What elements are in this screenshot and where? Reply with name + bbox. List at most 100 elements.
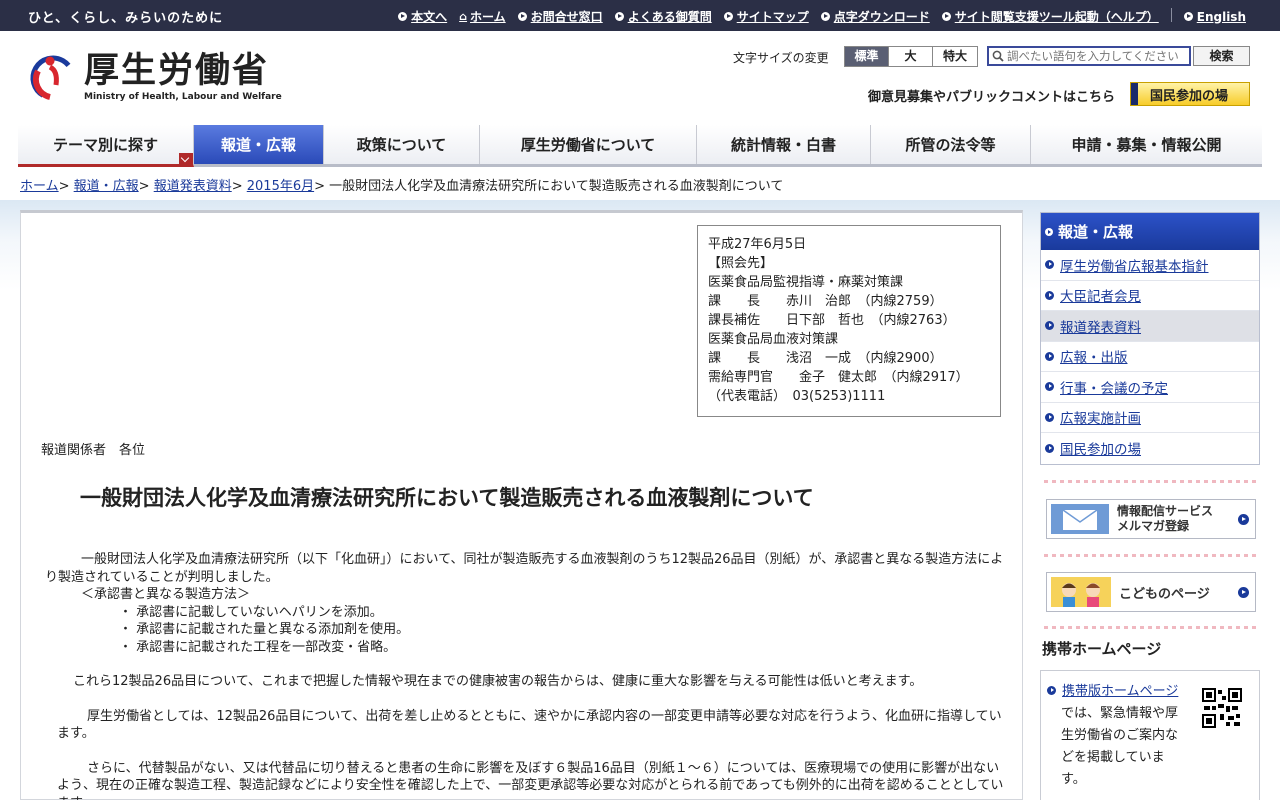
sidebar-item-pr-guidelines[interactable]: 厚生労働省広報基本指針 [1041,250,1259,281]
contact-line: 課 長 赤川 治郎 （内線2759） [708,294,943,309]
nav-statistics[interactable]: 統計情報・白書 [697,125,871,164]
paragraph: これら12製品26品目について、これまで把握した情報や現在までの健康被害の報告か… [73,674,923,689]
breadcrumb-home[interactable]: ホーム [20,179,59,194]
global-navigation: テーマ別に探す 報道・広報 政策について 厚生労働省について 統計情報・白書 所… [18,125,1262,167]
font-size-large-button[interactable]: 大 [889,47,933,66]
site-header: 厚生労働省 Ministry of Health, Labour and Wel… [0,31,1280,125]
search-input[interactable] [1007,49,1187,63]
contact-info-box: 平成27年6月5日 【照会先】 医薬食品局監視指導・麻薬対策課課 長 赤川 治郎 （… [697,225,1001,417]
divider [1170,8,1172,22]
logo-english-name: Ministry of Health, Labour and Welfare [84,92,282,102]
sidebar-item-events[interactable]: 行事・会議の予定 [1041,372,1259,403]
mail-banner-line-2: メルマガ登録 [1117,519,1190,533]
contact-heading: 【照会先】 [708,256,774,271]
arrow-circle-icon [1238,587,1249,598]
font-size-label: 文字サイズの変更 [733,51,829,65]
arrow-circle-icon [1045,290,1054,300]
mobile-site-description: では、緊急情報や厚生労働省のご案内などを掲載しています。 [1061,706,1179,787]
nav-about-ministry[interactable]: 厚生労働省について [480,125,697,164]
arrow-circle-icon [1045,321,1054,331]
arrow-circle-icon [820,12,830,21]
arrow-circle-icon [1238,514,1249,525]
paragraph: 一般財団法人化学及血清療法研究所（以下「化血研」）において、同社が製造販売する血… [45,552,1004,585]
sidebar-item-press-releases[interactable]: 報道発表資料 [1041,311,1259,342]
contact-link[interactable]: お問合せ窓口 [517,8,603,25]
list-item: ・ 承認書に記載していないヘパリンを添加。 [119,604,383,620]
utility-links: 本文へ ⌂ ホーム お問合せ窓口 よくある御質問 サイトマップ 点字ダウンロード … [386,8,1246,25]
breadcrumb-press[interactable]: 報道・広報 [74,179,139,194]
arrow-circle-icon [1045,382,1054,392]
arrow-circle-icon [398,12,408,21]
envelope-icon [1051,504,1109,534]
mail-banner-line-1: 情報配信サービス [1117,504,1214,518]
nav-laws[interactable]: 所管の法令等 [871,125,1031,164]
arrow-circle-icon [1045,227,1053,236]
arrow-circle-icon [1183,12,1193,21]
arrow-circle-icon [1045,443,1054,453]
public-participation-button[interactable]: 国民参加の場 [1130,82,1250,106]
arrow-circle-icon [614,12,624,21]
search-button[interactable]: 検索 [1193,46,1250,66]
nav-search-by-theme[interactable]: テーマ別に探す [18,125,194,167]
arrow-circle-icon [1045,351,1054,361]
ministry-logo-icon [30,55,76,101]
breadcrumb-press-releases[interactable]: 報道発表資料 [154,179,232,194]
kids-banner-label: こどものページ [1119,586,1210,602]
utility-bar: ひと、くらし、みらいのために 本文へ ⌂ ホーム お問合せ窓口 よくある御質問 サ… [0,0,1280,31]
accessibility-tool-link[interactable]: サイト閲覧支援ツール起動（ヘルプ） [941,8,1159,25]
method-subheading: ＜承認書と異なる製造方法＞ [81,587,251,602]
skip-to-content-link[interactable]: 本文へ [398,8,447,25]
mobile-site-link[interactable]: 携帯版ホームページ [1062,684,1178,699]
breadcrumb: ホーム> 報道・広報> 報道発表資料> 2015年6月> 一般財団法人化学及血清… [20,179,784,194]
sidebar-menu: 報道・広報 厚生労働省広報基本指針 大臣記者会見 報道発表資料 広報・出版 行事… [1040,212,1260,465]
site-logo[interactable]: 厚生労働省 Ministry of Health, Labour and Wel… [28,51,282,103]
list-item: ・ 承認書に記載された工程を一部改変・省略。 [119,639,397,655]
english-link[interactable]: English [1183,8,1246,25]
home-link[interactable]: ⌂ ホーム [459,8,506,25]
sitemap-link[interactable]: サイトマップ [723,8,809,25]
dotted-divider [1044,480,1256,483]
public-comment-link[interactable]: 御意見募集やパブリックコメントはこちら [868,86,1115,105]
arrow-circle-icon [723,12,733,21]
faq-link[interactable]: よくある御質問 [614,8,712,25]
contact-line: 需給専門官 金子 健太郎 （内線2917） [708,370,969,385]
contact-phone: （代表電話） 03(5253)1111 [708,389,886,404]
sidebar-item-press-conference[interactable]: 大臣記者会見 [1041,281,1259,311]
article-body: 一般財団法人化学及血清療法研究所（以下「化血研」）において、同社が製造販売する血… [45,551,1010,800]
main-content: 平成27年6月5日 【照会先】 医薬食品局監視指導・麻薬対策課課 長 赤川 治郎 （… [20,210,1023,800]
search-icon [992,50,1004,62]
sidebar-heading[interactable]: 報道・広報 [1041,213,1259,250]
sidebar-item-pr-plan[interactable]: 広報実施計画 [1041,403,1259,433]
children-icon [1051,577,1111,607]
contact-line: 課長補佐 日下部 哲也 （内線2763） [708,313,956,328]
logo-japanese-name: 厚生労働省 [84,51,270,91]
search-box [987,46,1191,66]
font-size-standard-button[interactable]: 標準 [845,47,889,66]
dotted-divider [1044,626,1256,629]
nav-applications[interactable]: 申請・募集・情報公開 [1031,125,1262,164]
mobile-site-box: 携帯版ホームページでは、緊急情報や厚生労働省のご案内などを掲載しています。 [1040,670,1260,800]
mail-magazine-banner[interactable]: 情報配信サービス メルマガ登録 [1046,499,1256,539]
sidebar-item-publications[interactable]: 広報・出版 [1041,342,1259,372]
page-title: 一般財団法人化学及血清療法研究所において製造販売される血液製剤について [80,486,814,510]
font-size-extra-large-button[interactable]: 特大 [933,47,977,66]
list-item: ・ 承認書に記載された量と異なる添加剤を使用。 [119,622,410,637]
paragraph: さらに、代替製品がない、又は代替品に切り替えると患者の生命に影響を及ぼす６製品1… [57,760,1004,800]
contact-line: 医薬食品局監視指導・麻薬対策課 [708,275,904,290]
qr-code-icon [1202,688,1242,728]
home-icon: ⌂ [459,10,468,23]
dotted-divider [1044,554,1256,557]
nav-policies[interactable]: 政策について [324,125,480,164]
kids-page-banner[interactable]: こどものページ [1046,572,1256,612]
sidebar-item-participation[interactable]: 国民参加の場 [1041,433,1259,464]
chevron-down-icon [179,153,193,167]
nav-press-and-pr[interactable]: 報道・広報 [194,125,324,164]
breadcrumb-current: 一般財団法人化学及血清療法研究所において製造販売される血液製剤について [329,179,784,194]
contact-line: 医薬食品局血液対策課 [708,332,839,347]
font-size-switcher: 標準 大 特大 [844,46,978,67]
breadcrumb-month[interactable]: 2015年6月 [247,179,314,194]
paragraph: 厚生労働省としては、12製品26品目について、出荷を差し止めるとともに、速やかに… [57,708,1002,742]
arrow-circle-icon [941,12,951,21]
arrow-circle-icon [1045,412,1054,422]
braille-download-link[interactable]: 点字ダウンロード [820,8,930,25]
